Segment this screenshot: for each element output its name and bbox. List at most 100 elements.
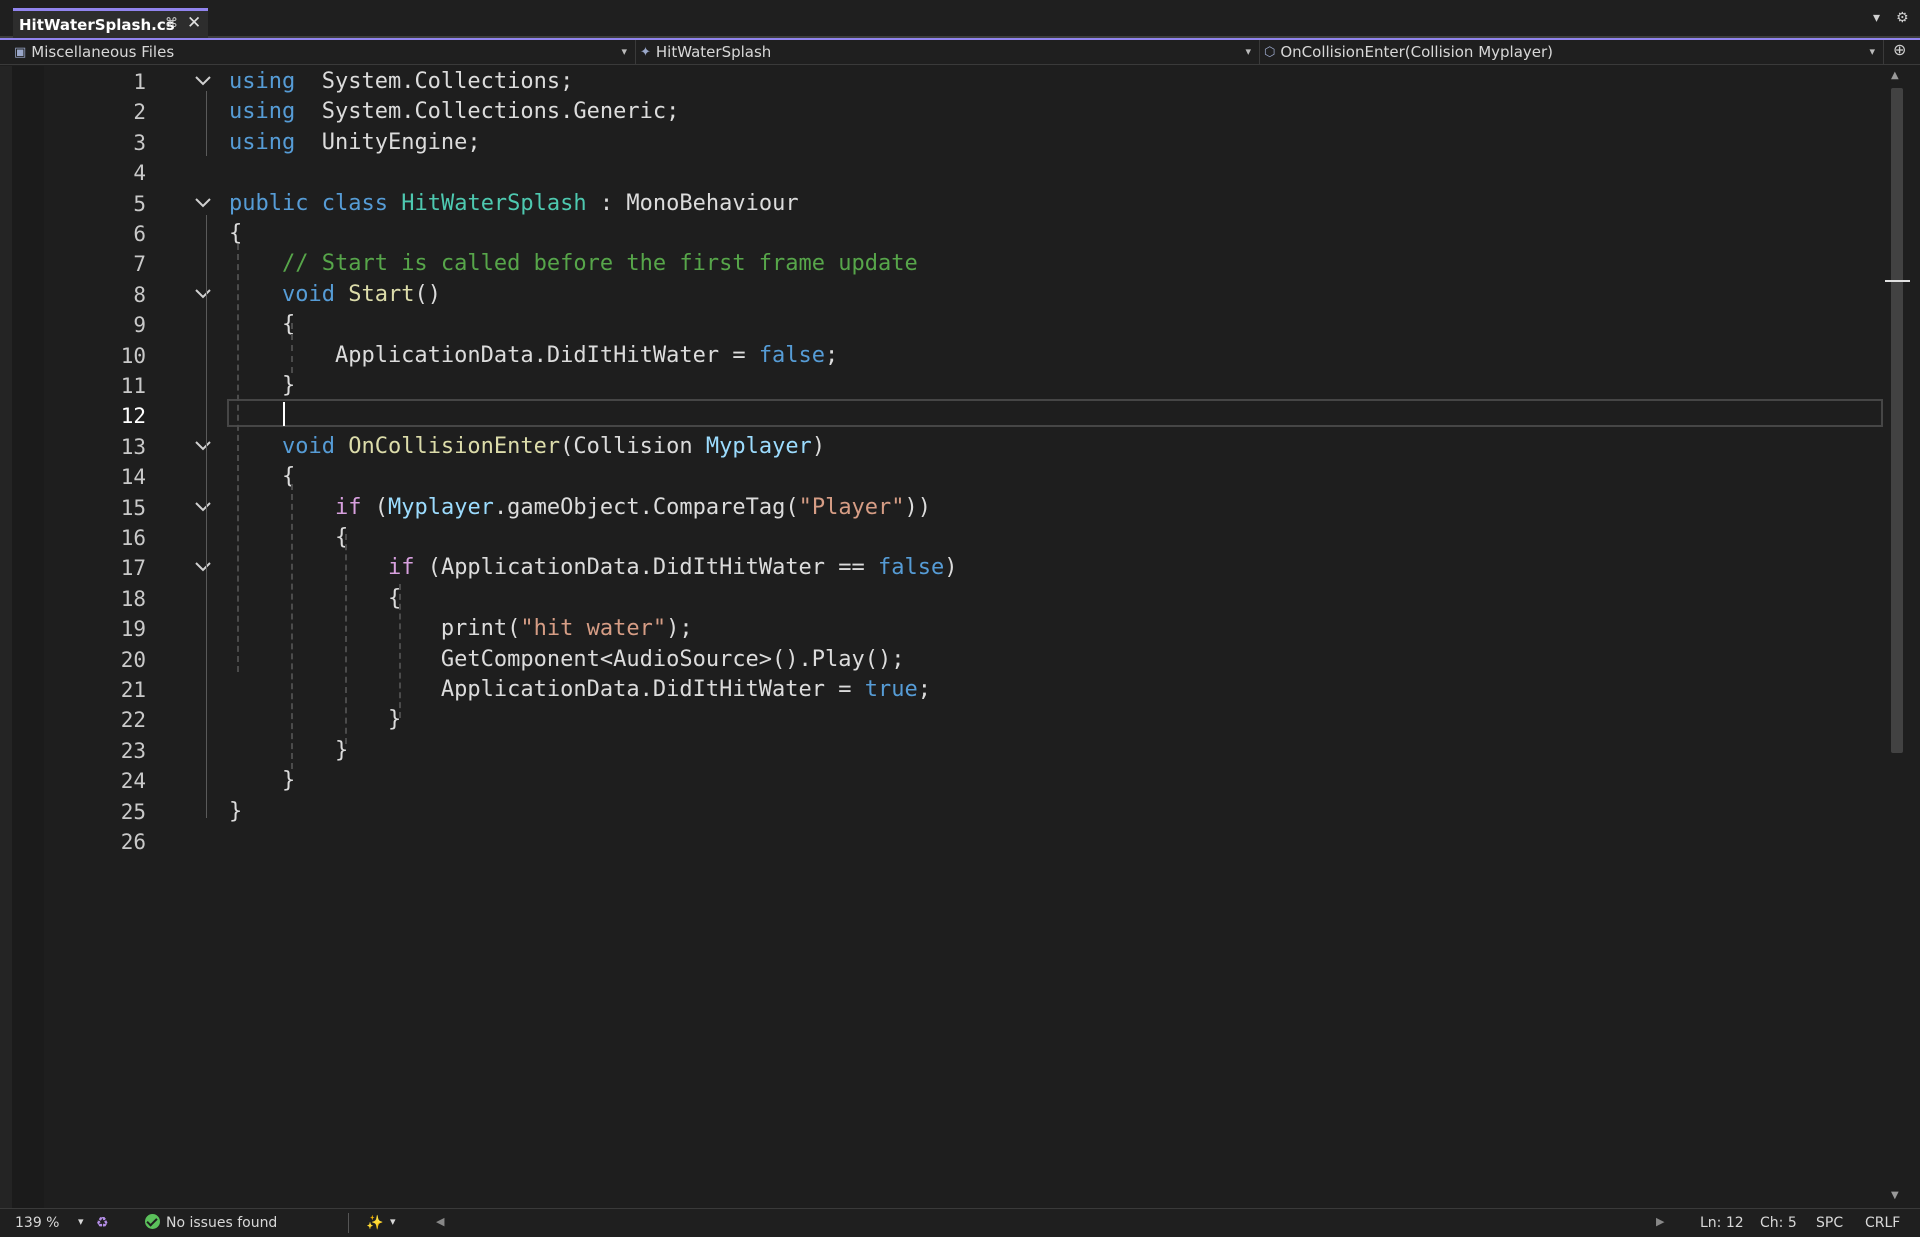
navigation-bar: ▣ Miscellaneous Files ▾ ✦ HitWaterSplash… — [0, 38, 1920, 65]
code-line[interactable]: } — [229, 736, 348, 766]
class-icon: ✦ — [640, 44, 651, 60]
class-dropdown[interactable]: ✦ HitWaterSplash ▾ — [640, 40, 1260, 64]
code-line[interactable]: print("hit water"); — [229, 614, 693, 644]
code-token: (Collision — [560, 434, 706, 459]
line-position[interactable]: Ln: 12 — [1700, 1215, 1744, 1231]
split-window-icon[interactable]: ⊕ — [1893, 40, 1906, 59]
tab-filename: HitWaterSplash.cs — [19, 15, 175, 34]
code-line[interactable]: void OnCollisionEnter(Collision Myplayer… — [229, 432, 825, 462]
line-ending[interactable]: CRLF — [1865, 1215, 1900, 1231]
code-line[interactable]: using System.Collections.Generic; — [229, 97, 679, 127]
code-token: } — [229, 738, 349, 763]
code-token: ) — [944, 555, 958, 580]
code-token: ); — [666, 616, 693, 641]
code-line[interactable]: using System.Collections; — [229, 67, 573, 97]
member-dropdown[interactable]: ⬡ OnCollisionEnter(Collision Myplayer) ▾ — [1264, 40, 1884, 64]
collapse-chevron-icon[interactable] — [193, 493, 215, 523]
collapse-chevron-icon[interactable] — [193, 432, 215, 462]
code-line[interactable]: public class HitWaterSplash : MonoBehavi… — [229, 189, 799, 219]
chevron-down-icon: ▾ — [1245, 45, 1251, 58]
code-line[interactable]: { — [229, 219, 242, 249]
line-number: 1 — [133, 70, 146, 94]
code-token: ( — [361, 495, 388, 520]
code-token: if — [387, 555, 415, 580]
code-line[interactable]: // Start is called before the first fram… — [229, 249, 918, 279]
code-token: false — [878, 555, 945, 580]
line-number: 11 — [120, 374, 146, 398]
project-dropdown[interactable]: ▣ Miscellaneous Files ▾ — [14, 40, 636, 64]
code-line[interactable]: ApplicationData.DidItHitWater = true; — [229, 675, 931, 705]
collapse-chevron-icon[interactable] — [193, 280, 215, 310]
caret-position-marker — [1885, 280, 1910, 282]
current-line-highlight — [227, 399, 1883, 427]
code-cleanup-icon[interactable]: ✨ — [366, 1215, 383, 1231]
code-line[interactable]: { — [229, 523, 348, 553]
scroll-up-icon[interactable]: ▲ — [1891, 70, 1899, 81]
scroll-right-icon[interactable]: ▶ — [1656, 1215, 1664, 1228]
line-number: 15 — [120, 496, 146, 520]
issues-status[interactable]: No issues found — [166, 1215, 277, 1231]
line-number: 19 — [120, 617, 146, 641]
code-line[interactable]: if (ApplicationData.DidItHitWater == fal… — [229, 553, 958, 583]
code-line[interactable]: using UnityEngine; — [229, 128, 481, 158]
code-token: System.Collections.Generic; — [295, 99, 680, 124]
indent-guide — [399, 584, 401, 718]
line-number: 10 — [120, 344, 146, 368]
code-token: Myplayer — [387, 495, 494, 520]
code-token: ; — [917, 677, 931, 702]
code-editor[interactable]: 1 using System.Collections; 2 using System.… — [0, 66, 1885, 1208]
code-line[interactable]: } — [229, 705, 401, 735]
code-line[interactable]: } — [229, 766, 295, 796]
code-token: "Player" — [798, 495, 905, 520]
indent-guide — [291, 323, 293, 373]
code-line[interactable]: } — [229, 797, 242, 827]
code-token: .gameObject.CompareTag( — [493, 495, 799, 520]
line-number: 8 — [133, 283, 146, 307]
code-token: print( — [229, 616, 521, 641]
scroll-down-icon[interactable]: ▼ — [1891, 1190, 1899, 1201]
pin-icon[interactable]: ⌘ — [165, 16, 178, 31]
vertical-scrollbar[interactable]: ▲ ▼ — [1885, 66, 1910, 1208]
code-token: // Start is called before the first fram… — [281, 251, 918, 276]
code-token: using — [229, 99, 296, 124]
line-number: 14 — [120, 465, 146, 489]
code-token: () — [414, 282, 441, 307]
document-tab[interactable]: HitWaterSplash.cs ⌘ ✕ — [13, 8, 208, 38]
scrollbar-thumb[interactable] — [1891, 88, 1903, 753]
copilot-icon[interactable]: ♻ — [96, 1215, 109, 1231]
indent-mode[interactable]: SPC — [1816, 1215, 1843, 1231]
line-number: 18 — [120, 587, 146, 611]
zoom-dropdown-icon[interactable]: ▾ — [78, 1215, 84, 1228]
code-token: if — [334, 495, 362, 520]
member-label: OnCollisionEnter(Collision Myplayer) — [1280, 43, 1554, 61]
indent-guide — [237, 244, 239, 672]
code-token: : MonoBehaviour — [586, 191, 799, 216]
line-number: 20 — [120, 648, 146, 672]
code-line[interactable]: GetComponent<AudioSource>().Play(); — [229, 645, 905, 675]
collapse-chevron-icon[interactable] — [193, 189, 215, 219]
collapse-chevron-icon[interactable] — [193, 553, 215, 583]
code-line[interactable]: void Start() — [229, 280, 441, 310]
code-token: Myplayer — [705, 434, 812, 459]
code-token: UnityEngine; — [295, 130, 481, 155]
code-line[interactable]: { — [229, 584, 401, 614]
code-token: )) — [904, 495, 932, 520]
cleanup-dropdown-icon[interactable]: ▾ — [390, 1215, 396, 1228]
close-icon[interactable]: ✕ — [187, 13, 201, 33]
collapse-chevron-icon[interactable] — [193, 67, 215, 97]
code-line[interactable]: if (Myplayer.gameObject.CompareTag("Play… — [229, 493, 931, 523]
tab-list-dropdown-icon[interactable]: ▾ — [1873, 10, 1880, 26]
line-number: 4 — [133, 161, 146, 185]
code-token: { — [229, 586, 402, 611]
char-position[interactable]: Ch: 5 — [1760, 1215, 1797, 1231]
scroll-left-icon[interactable]: ◀ — [436, 1215, 444, 1228]
gear-icon[interactable]: ⚙ — [1896, 10, 1909, 26]
line-number: 21 — [120, 678, 146, 702]
zoom-level[interactable]: 139 % — [15, 1215, 59, 1231]
code-token: } — [229, 768, 296, 793]
code-line[interactable]: ApplicationData.DidItHitWater = false; — [229, 341, 838, 371]
code-token: ApplicationData.DidItHitWater = — [229, 677, 865, 702]
